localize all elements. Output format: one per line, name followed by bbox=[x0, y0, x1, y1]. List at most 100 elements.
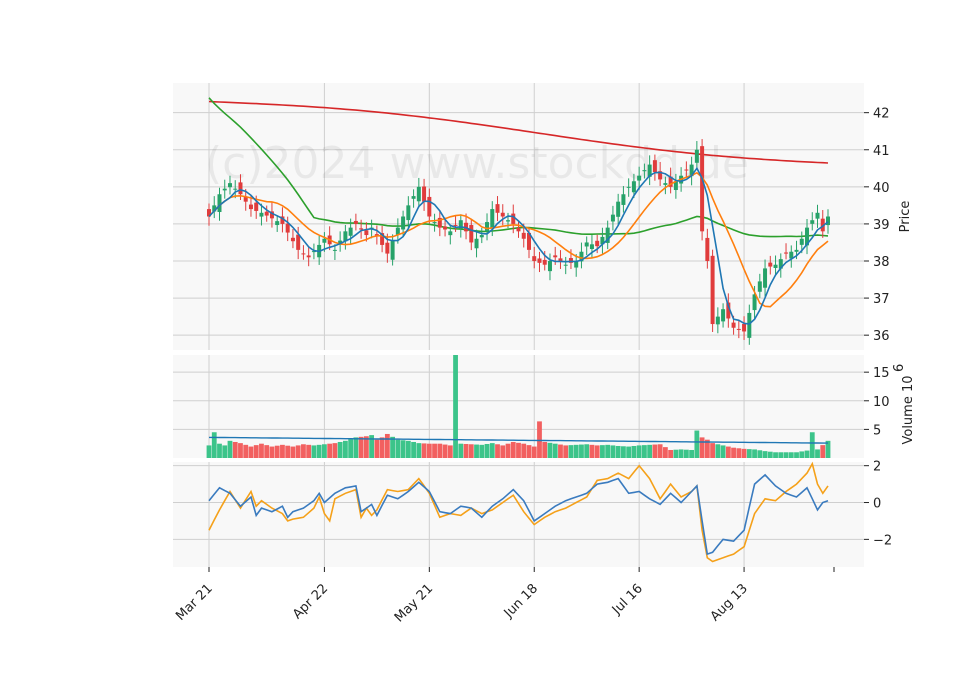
osc-tick-label: 0 bbox=[873, 497, 881, 512]
volume-bar bbox=[290, 446, 296, 458]
volume-bar bbox=[526, 445, 532, 458]
price-tick-label: 39 bbox=[873, 218, 890, 233]
candle-body bbox=[700, 146, 705, 232]
candle-body bbox=[353, 220, 358, 224]
volume-bar bbox=[395, 439, 401, 458]
candle-body bbox=[511, 213, 516, 224]
candle-body bbox=[621, 194, 626, 205]
candle-body bbox=[364, 230, 369, 236]
candle-body bbox=[768, 262, 773, 267]
volume-bar bbox=[783, 452, 789, 458]
volume-bar bbox=[757, 450, 763, 458]
candle-body bbox=[589, 244, 594, 250]
volume-bar bbox=[232, 441, 238, 458]
candle-body bbox=[411, 196, 416, 199]
candle-body bbox=[715, 316, 720, 325]
volume-bar bbox=[736, 448, 742, 458]
candle-body bbox=[448, 231, 453, 236]
candle-body bbox=[290, 237, 295, 242]
volume-bar bbox=[489, 443, 495, 458]
candle-body bbox=[784, 252, 789, 254]
volume-bar bbox=[458, 443, 464, 458]
candle-body bbox=[799, 238, 804, 245]
candle-body bbox=[385, 242, 390, 254]
volume-bar bbox=[337, 441, 343, 458]
volume-bar bbox=[516, 442, 521, 458]
candle-body bbox=[401, 216, 406, 230]
candle-body bbox=[301, 253, 306, 255]
candle-body bbox=[322, 238, 327, 243]
volume-bar bbox=[416, 443, 422, 458]
candle-body bbox=[731, 322, 736, 328]
candle-body bbox=[626, 186, 631, 188]
volume-bar bbox=[668, 449, 674, 458]
volume-bar bbox=[725, 446, 731, 458]
volume-bar bbox=[332, 443, 338, 458]
volume-bar bbox=[752, 449, 757, 458]
candle-body bbox=[705, 237, 710, 261]
volume-bar bbox=[521, 443, 527, 458]
volume-bar bbox=[495, 444, 500, 458]
candle-body bbox=[348, 227, 353, 236]
volume-bar bbox=[563, 445, 569, 458]
candle-body bbox=[233, 188, 238, 190]
volume-bar bbox=[820, 445, 826, 458]
volume-bar bbox=[474, 444, 479, 458]
volume-bar bbox=[579, 444, 584, 458]
volume-bar bbox=[809, 432, 815, 458]
candle-body bbox=[563, 264, 568, 266]
candle-body bbox=[794, 249, 799, 252]
volume-bar bbox=[222, 445, 228, 458]
candle-body bbox=[542, 259, 547, 265]
volume-tick-label: 15 bbox=[873, 366, 890, 381]
candle-body bbox=[773, 264, 778, 268]
volume-bar bbox=[280, 444, 285, 458]
candle-body bbox=[652, 160, 657, 172]
candle-body bbox=[610, 214, 615, 222]
candle-body bbox=[663, 183, 668, 185]
volume-bar bbox=[568, 445, 574, 458]
volume-bar bbox=[678, 449, 684, 458]
volume-bar bbox=[259, 443, 264, 458]
candle-body bbox=[490, 209, 495, 229]
candle-body bbox=[479, 235, 484, 238]
candle-body bbox=[736, 328, 741, 330]
candle-body bbox=[453, 224, 458, 226]
volume-bar bbox=[264, 445, 270, 458]
volume-bar bbox=[405, 440, 411, 458]
candle-body bbox=[516, 227, 521, 232]
candle-body bbox=[537, 258, 542, 263]
volume-bar bbox=[206, 445, 212, 458]
x-tick-label: May 21 bbox=[392, 581, 436, 625]
volume-bar bbox=[626, 446, 632, 458]
candle-body bbox=[763, 268, 768, 288]
price-tick-label: 37 bbox=[873, 292, 890, 307]
candle-body bbox=[254, 202, 259, 211]
volume-bar bbox=[799, 451, 805, 458]
stock-chart-stage: (c)2024 www.stockdd.de Mar 21 Apr 22 May 2… bbox=[0, 0, 960, 690]
volume-bar bbox=[468, 444, 474, 458]
volume-bar bbox=[694, 430, 700, 458]
candle-body bbox=[506, 220, 511, 222]
volume-bar bbox=[390, 436, 396, 458]
candle-body bbox=[264, 211, 269, 216]
candle-body bbox=[747, 312, 752, 338]
candle-body bbox=[631, 181, 636, 193]
volume-bar bbox=[285, 445, 291, 458]
candle-body bbox=[485, 222, 490, 232]
candle-body bbox=[532, 256, 537, 261]
volume-bar bbox=[322, 444, 327, 458]
candle-body bbox=[810, 220, 815, 224]
volume-bar bbox=[657, 444, 663, 458]
candle-body bbox=[553, 255, 558, 258]
volume-bar bbox=[238, 443, 243, 458]
volume-bar bbox=[542, 441, 548, 458]
volume-bar bbox=[673, 449, 679, 458]
x-tick-label: Aug 13 bbox=[708, 581, 751, 624]
volume-bar bbox=[778, 452, 784, 458]
volume-bar bbox=[647, 444, 653, 458]
volume-bar bbox=[767, 451, 773, 458]
candle-body bbox=[432, 222, 437, 224]
volume-bar bbox=[379, 437, 385, 458]
volume-bar bbox=[243, 444, 249, 458]
